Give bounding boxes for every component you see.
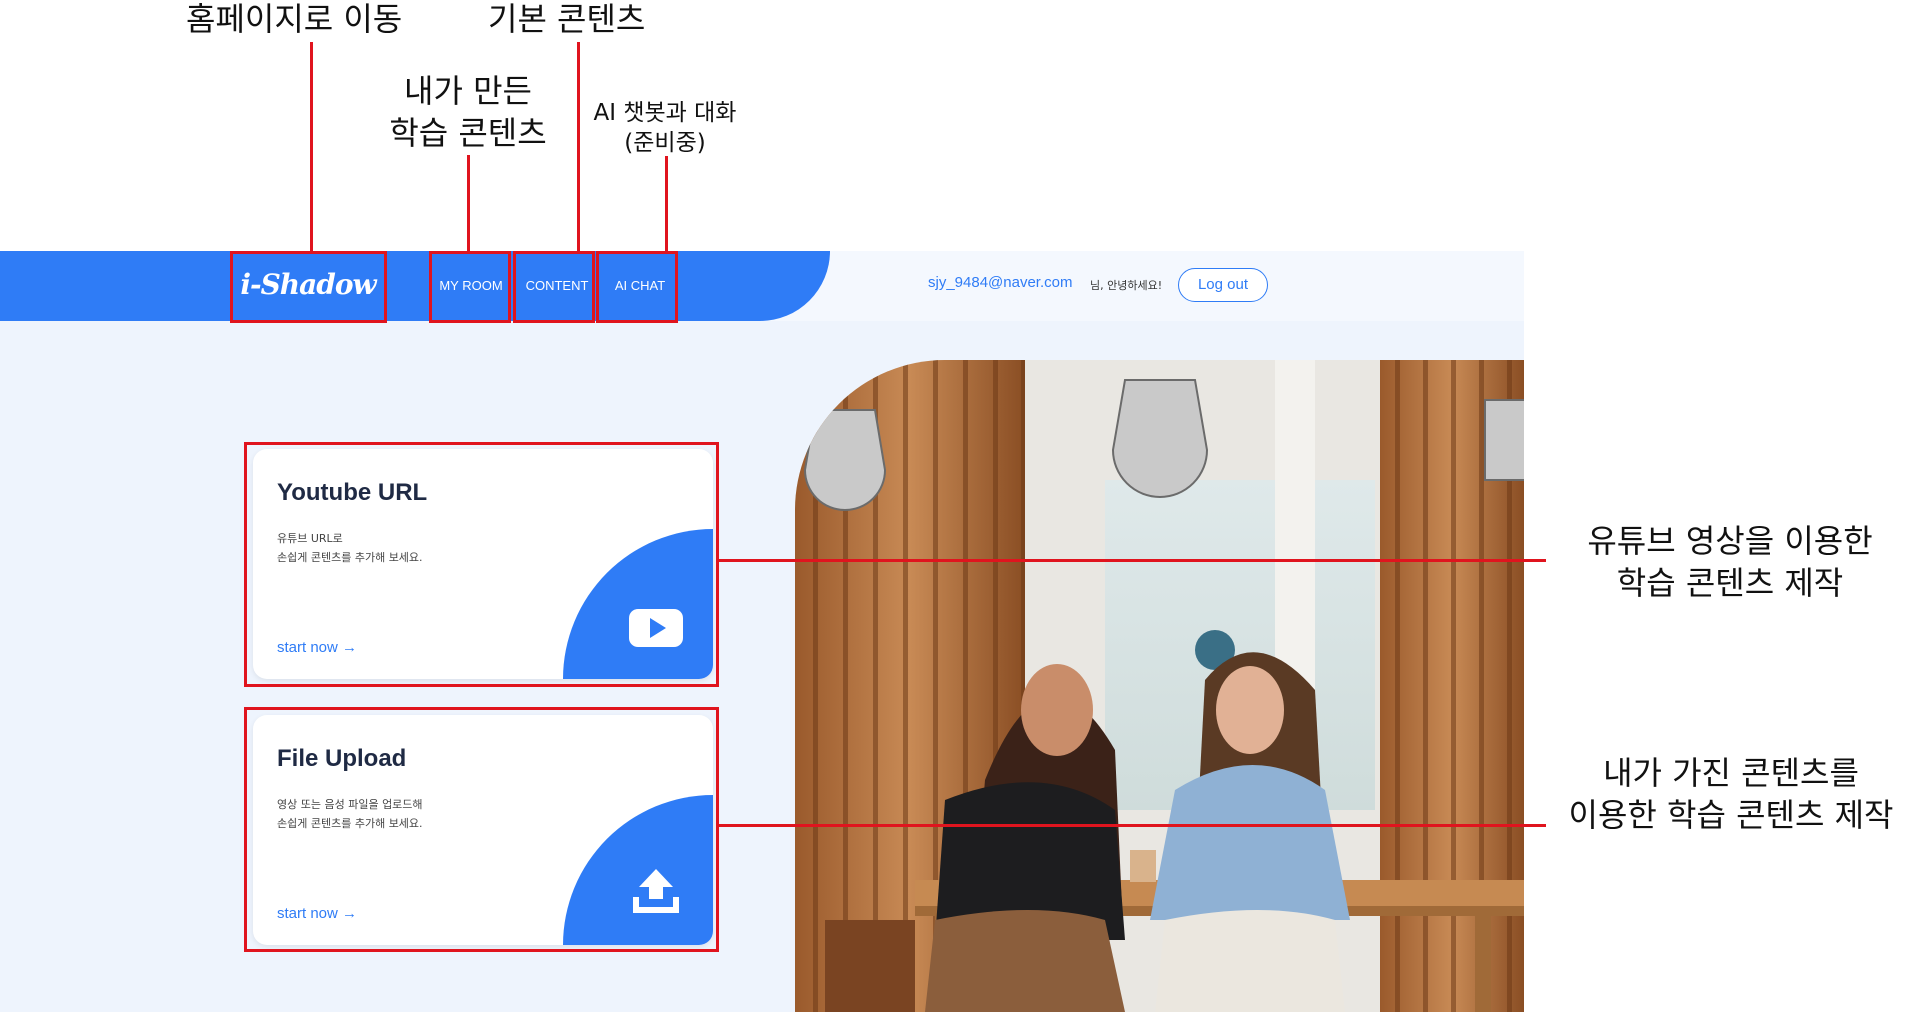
start-now-link[interactable]: start now →: [277, 639, 357, 656]
leader-line-content: [577, 42, 580, 252]
upload-icon[interactable]: [633, 867, 679, 919]
annotation-ai-chat-line: (준비중): [624, 130, 706, 156]
annotation-upload: 내가 가진 콘텐츠를 이용한 학습 콘텐츠 제작: [1546, 752, 1916, 836]
header-nav-background: [0, 251, 830, 321]
card-title: Youtube URL: [277, 479, 428, 506]
leader-line-youtube: [716, 559, 1546, 562]
leader-line-ai-chat: [665, 156, 668, 252]
annotation-ai-chat-line: AI 챗봇과 대화: [593, 100, 737, 126]
file-upload-card[interactable]: File Upload 영상 또는 음성 파일을 업로드해 손쉽게 콘텐츠를 추…: [253, 715, 713, 945]
annotation-upload-line: 이용한 학습 콘텐츠 제작: [1568, 796, 1894, 834]
annotation-home: 홈페이지로 이동: [186, 0, 403, 38]
leader-line-upload: [716, 824, 1546, 827]
annotation-my-content-line: 학습 콘텐츠: [389, 114, 547, 152]
annotation-my-content-line: 내가 만든: [404, 72, 532, 110]
card-description-line: 유튜브 URL로: [277, 532, 343, 545]
card-description: 유튜브 URL로 손쉽게 콘텐츠를 추가해 보세요.: [277, 529, 423, 567]
annotation-youtube-line: 유튜브 영상을 이용한: [1587, 522, 1873, 560]
leader-line-my-room: [467, 155, 470, 252]
start-now-link[interactable]: start now →: [277, 905, 357, 922]
youtube-url-card[interactable]: Youtube URL 유튜브 URL로 손쉽게 콘텐츠를 추가해 보세요. s…: [253, 449, 713, 679]
play-icon[interactable]: [629, 609, 683, 651]
card-description: 영상 또는 음성 파일을 업로드해 손쉽게 콘텐츠를 추가해 보세요.: [277, 795, 423, 833]
annotation-ai-chat: AI 챗봇과 대화 (준비중): [585, 98, 745, 158]
nav-ai-chat[interactable]: AI CHAT: [604, 271, 676, 301]
logo-link[interactable]: i-Shadow: [240, 265, 376, 305]
nav-content[interactable]: CONTENT: [518, 271, 596, 301]
annotation-youtube-line: 학습 콘텐츠 제작: [1616, 564, 1844, 602]
annotation-my-content: 내가 만든 학습 콘텐츠: [378, 70, 558, 154]
header-bar: i-Shadow MY ROOM CONTENT AI CHAT sjy_948…: [0, 251, 1524, 321]
cafe-photo: [795, 360, 1524, 1012]
annotation-basic-content: 기본 콘텐츠: [488, 0, 646, 38]
app-page: i-Shadow MY ROOM CONTENT AI CHAT sjy_948…: [0, 251, 1524, 1012]
card-description-line: 손쉽게 콘텐츠를 추가해 보세요.: [277, 551, 423, 564]
user-greeting: 님, 안녕하세요!: [1090, 279, 1163, 292]
logout-button[interactable]: Log out: [1178, 268, 1268, 302]
card-description-line: 영상 또는 음성 파일을 업로드해: [277, 798, 423, 811]
annotation-youtube: 유튜브 영상을 이용한 학습 콘텐츠 제작: [1560, 520, 1900, 604]
card-corner-decoration: [563, 529, 713, 679]
user-email: sjy_9484@naver.com: [928, 274, 1073, 291]
nav-my-room[interactable]: MY ROOM: [434, 271, 508, 301]
card-description-line: 손쉽게 콘텐츠를 추가해 보세요.: [277, 817, 423, 830]
card-title: File Upload: [277, 745, 407, 772]
annotation-upload-line: 내가 가진 콘텐츠를: [1603, 754, 1859, 792]
leader-line-home: [310, 42, 313, 252]
